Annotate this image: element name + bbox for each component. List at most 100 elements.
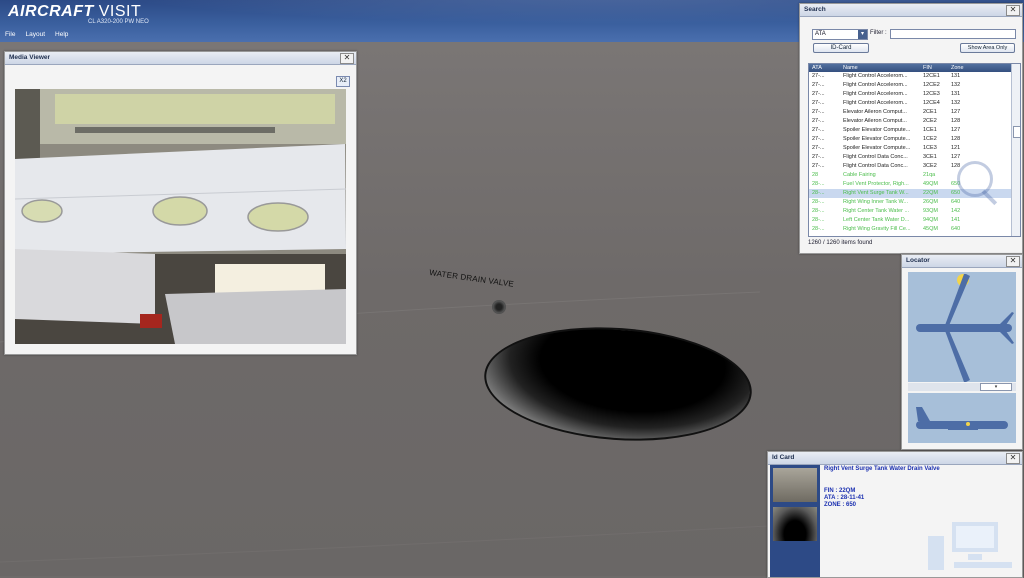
cell-zone: 128 [951,136,961,142]
cell-fin: 26QM [923,199,938,205]
cell-zone: 127 [951,127,961,133]
menu-help[interactable]: Help [50,29,73,41]
cell-fin: 93QM [923,208,938,214]
drain-valve-bolt[interactable] [492,300,506,314]
cell-ata: 27-... [812,163,825,169]
locator-close-button[interactable]: ✕ [1006,256,1020,267]
table-row[interactable]: 27-... Spoiler Elevator Compute... 1CE2 128 [809,135,1020,144]
table-row[interactable]: 28-... Right Wing Gravity Fill Ce... 45QM 6… [809,225,1020,234]
media-viewer-panel: Media Viewer ✕ X2 [4,51,357,355]
cell-name: Spoiler Elevator Compute... [843,127,911,133]
cell-name: Cable Fairing [843,172,876,178]
id-card-fin: FIN : 22QM [824,488,856,494]
cell-ata: 27-... [812,127,825,133]
thumbnail-wing-photo[interactable] [773,468,817,502]
menu-layout[interactable]: Layout [20,29,50,41]
wing-photo-image [15,89,346,344]
cell-name: Right Center Tank Water ... [843,208,910,214]
logo-suffix: VISIT [98,3,142,20]
filter-label: Filter : [870,30,887,36]
cell-name: Spoiler Elevator Compute... [843,145,911,151]
cell-fin: 21qa [923,172,936,178]
column-zone[interactable]: Zone [950,64,981,72]
table-row[interactable]: 27-... Spoiler Elevator Compute... 1CE3 121 [809,144,1020,153]
cell-fin: 12CE1 [923,73,940,79]
cell-zone: 141 [951,217,961,223]
aircraft-model: CL A320-200 PW NEO [88,19,149,25]
cell-name: Right Wing Gravity Fill Ce... [843,226,911,232]
search-panel: Search ✕ ATA ▾ Filter : ID-Card Show Are… [799,3,1023,254]
cell-ata: 27-... [812,136,825,142]
cell-name: Spoiler Elevator Compute... [843,136,911,142]
cell-name: Elevator Aileron Comput... [843,118,907,124]
cell-name: Right Wing Inner Tank W... [843,199,909,205]
cell-name: Fuel Vent Protector, Righ... [843,181,909,187]
cell-ata: 27-... [812,109,825,115]
id-card-zone: ZONE : 650 [824,502,857,508]
id-card-panel: Id Card ✕ Right Vent Surge Tank Water Dr… [767,451,1023,578]
cell-zone: 128 [951,118,961,124]
column-name[interactable]: Name [842,64,922,72]
filter-input[interactable] [890,29,1016,39]
cell-name: Flight Control Data Conc... [843,154,908,160]
table-row[interactable]: 27-... Flight Control Data Conc... 3CE1 127 [809,153,1020,162]
cell-fin: 49QM [923,181,938,187]
id-card-close-button[interactable]: ✕ [1006,453,1020,464]
cell-zone: 640 [951,226,961,232]
cell-fin: 1CE1 [923,127,937,133]
zoom-x2-button[interactable]: X2 [336,76,350,87]
media-viewer-close-button[interactable]: ✕ [340,53,354,64]
ata-dropdown[interactable]: ATA ▾ [812,29,868,40]
locator-slider[interactable]: ▾ [908,383,1016,391]
cell-ata: 28-... [812,217,825,223]
results-scrollbar[interactable] [1011,64,1020,236]
ata-dropdown-value: ATA [815,31,826,37]
search-close-button[interactable]: ✕ [1006,5,1020,16]
cell-fin: 22QM [923,190,938,196]
table-row[interactable]: 28-... Left Center Tank Water D... 94QM 141 [809,216,1020,225]
locator-slider-knob[interactable]: ▾ [980,383,1012,391]
cell-fin: 1CE3 [923,145,937,151]
menu-file[interactable]: File [0,29,20,41]
cell-ata: 27-... [812,145,825,151]
cell-zone: 127 [951,109,961,115]
id-card-button[interactable]: ID-Card [813,43,869,53]
wing-photo[interactable] [15,89,346,344]
column-ata[interactable]: ATA [809,64,842,72]
table-row[interactable]: 27-... Flight Control Accelerom... 12CE2 13… [809,81,1020,90]
table-row[interactable]: 28-... Right Center Tank Water ... 93QM 142 [809,207,1020,216]
cell-fin: 2CE2 [923,118,937,124]
cell-ata: 28-... [812,226,825,232]
cell-ata: 27-... [812,118,825,124]
table-row[interactable]: 27-... Flight Control Accelerom... 12CE4 13… [809,99,1020,108]
cell-name: Flight Control Accelerom... [843,100,908,106]
table-row[interactable]: 27-... Flight Control Accelerom... 12CE3 13… [809,90,1020,99]
locator-top-view[interactable] [908,272,1016,382]
cell-fin: 2CE1 [923,109,937,115]
search-watermark-icon [957,161,993,197]
scrollbar-thumb[interactable] [1013,126,1020,138]
locator-panel: Locator ✕ ▾ [901,254,1023,450]
media-viewer-title: Media Viewer [5,52,356,65]
cell-fin: 1CE2 [923,136,937,142]
cell-name: Flight Control Accelerom... [843,73,908,79]
results-count: 1260 / 1260 items found [808,240,873,246]
cell-zone: 121 [951,145,961,151]
column-fin[interactable]: FIN [922,64,950,72]
cell-ata: 27-... [812,91,825,97]
table-row[interactable]: 27-... Elevator Aileron Comput... 2CE1 127 [809,108,1020,117]
logo-prefix: AIRCRAFT [8,3,94,20]
cell-zone: 132 [951,82,961,88]
cell-fin: 12CE3 [923,91,940,97]
table-row[interactable]: 27-... Flight Control Accelerom... 12CE1 13… [809,72,1020,81]
id-card-item-title: Right Vent Surge Tank Water Drain Valve [824,466,940,472]
cell-zone: 131 [951,91,961,97]
table-row[interactable]: 27-... Spoiler Elevator Compute... 1CE1 127 [809,126,1020,135]
thumbnail-drain-photo[interactable] [773,507,817,541]
cell-zone: 640 [951,199,961,205]
cell-fin: 3CE1 [923,154,937,160]
show-area-only-button[interactable]: Show Area Only [960,43,1015,53]
locator-side-view[interactable] [908,393,1016,443]
cell-name: Left Center Tank Water D... [843,217,910,223]
table-row[interactable]: 27-... Elevator Aileron Comput... 2CE2 128 [809,117,1020,126]
